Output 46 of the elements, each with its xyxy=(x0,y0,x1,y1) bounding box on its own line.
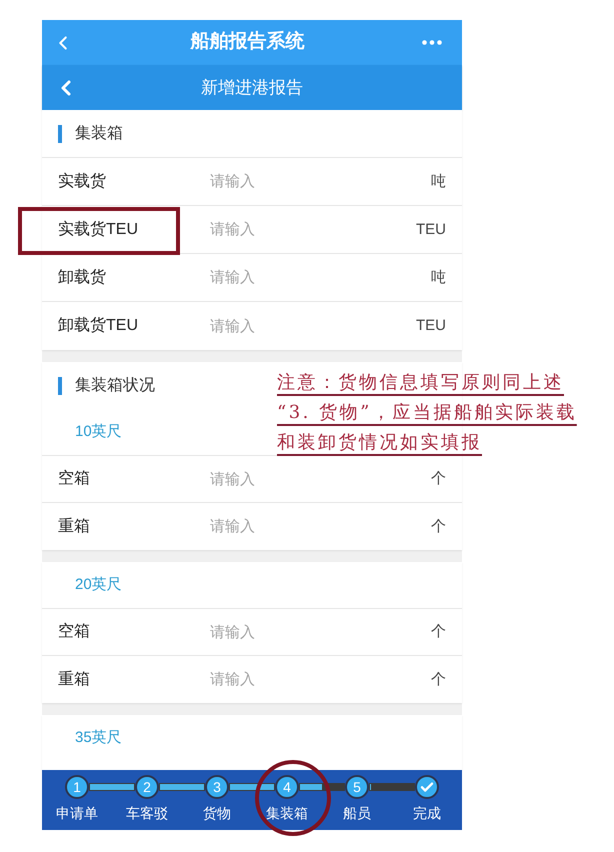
section-title: 集装箱状况 xyxy=(75,376,155,396)
step-number: 3 xyxy=(205,775,229,799)
field-label: 卸载货 xyxy=(58,268,107,288)
field-label: 重箱 xyxy=(58,516,91,536)
step-number: 1 xyxy=(65,775,89,799)
unit-label: TEU xyxy=(416,316,446,336)
section-marker-icon xyxy=(58,376,62,394)
input-field[interactable]: 请输入 xyxy=(210,262,431,292)
unit-label: 个 xyxy=(431,469,446,489)
input-field[interactable]: 请输入 xyxy=(210,617,431,647)
step-number: 4 xyxy=(275,775,299,799)
step-number: 2 xyxy=(135,775,159,799)
app-title: 船舶报告系统 xyxy=(189,30,306,54)
field-label: 空箱 xyxy=(58,622,91,642)
step-label[interactable]: 车客驳 xyxy=(126,804,168,822)
unit-label: 吨 xyxy=(431,172,446,192)
step-label[interactable]: 货物 xyxy=(203,804,231,822)
unit-label: 个 xyxy=(431,622,446,642)
section-title: 集装箱 xyxy=(75,124,123,144)
input-field[interactable]: 请输入 xyxy=(210,464,431,494)
step-label[interactable]: 集装箱 xyxy=(266,804,308,822)
input-field[interactable]: 请输入 xyxy=(210,166,431,196)
input-field[interactable]: 请输入 xyxy=(210,214,416,244)
unit-label: TEU xyxy=(416,220,446,240)
step-label[interactable]: 船员 xyxy=(343,804,371,822)
unit-label: 个 xyxy=(431,516,446,536)
step-label[interactable]: 申请单 xyxy=(56,804,98,822)
input-field[interactable]: 请输入 xyxy=(210,512,431,542)
section-marker-icon xyxy=(58,124,62,142)
unit-label: 吨 xyxy=(431,268,446,288)
field-label: 实载货 xyxy=(58,172,107,192)
field-label: 实载货TEU xyxy=(58,220,139,240)
annotation-note: 注意：货物信息填写原则同上述 “3. 货物”，应当据船舶实际装载 和装卸货情况如实填报 xyxy=(277,371,577,455)
step-label[interactable]: 完成 xyxy=(413,804,441,822)
unit-label: 个 xyxy=(431,670,446,690)
input-field[interactable]: 请输入 xyxy=(210,311,416,341)
page-title: 新增进港报告 xyxy=(200,76,304,99)
group-title: 20英尺 xyxy=(42,562,462,609)
step-number: 5 xyxy=(345,775,369,799)
field-label: 空箱 xyxy=(58,469,91,489)
field-label: 卸载货TEU xyxy=(58,316,139,336)
field-label: 重箱 xyxy=(58,670,91,690)
check-circle-icon xyxy=(415,775,439,799)
input-field[interactable]: 请输入 xyxy=(210,664,431,694)
more-icon xyxy=(422,40,442,45)
group-title: 35英尺 xyxy=(74,728,123,748)
